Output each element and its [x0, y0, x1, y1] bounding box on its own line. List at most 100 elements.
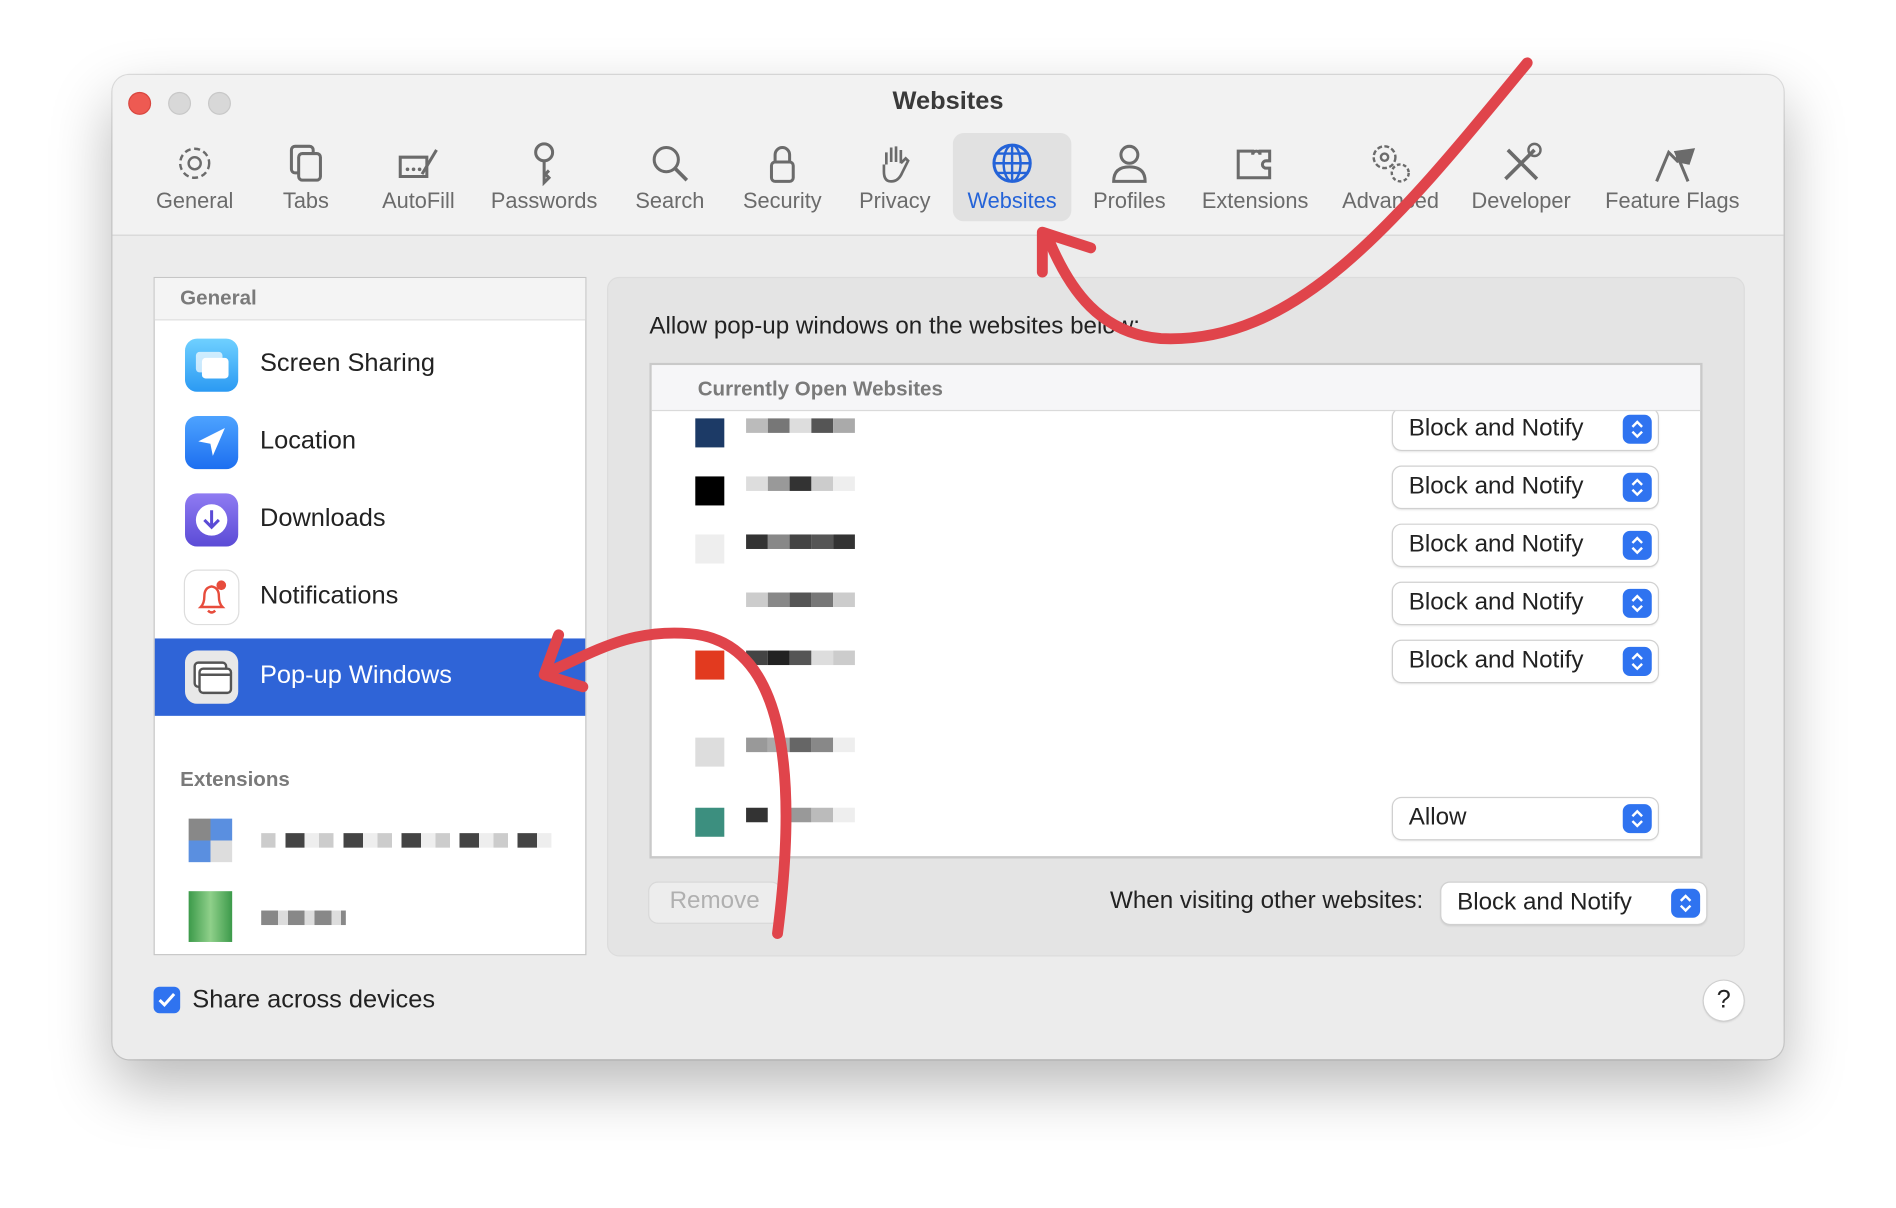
extensions-header: Extensions	[180, 767, 290, 791]
redacted-website	[746, 807, 768, 823]
table-row[interactable]: Block and Notify	[652, 573, 1700, 626]
help-button[interactable]: ?	[1703, 980, 1744, 1021]
sidebar-item-screen-sharing[interactable]: Screen Sharing	[155, 326, 585, 403]
popup-windows-icon	[185, 650, 239, 704]
globe-icon	[992, 143, 1032, 183]
redacted-website	[767, 737, 790, 753]
redacted-website	[695, 534, 725, 564]
sidebar-item-label: Pop-up Windows	[259, 661, 452, 690]
sidebar-item-popup-windows[interactable]: Pop-up Windows	[154, 638, 586, 716]
gears-icon	[1372, 145, 1410, 183]
redacted-website	[767, 807, 790, 823]
remove-button[interactable]: Remove	[649, 882, 780, 923]
redacted-website	[789, 807, 812, 823]
tab-label: Feature Flags	[1605, 188, 1740, 213]
tools-icon	[1504, 142, 1542, 181]
table-row[interactable]: Block and Notify	[652, 457, 1700, 510]
select-value: Allow	[1408, 804, 1467, 831]
downloads-icon	[185, 493, 239, 547]
redacted-website	[811, 418, 834, 433]
redacted-website	[695, 650, 725, 680]
table-row[interactable]: Block and Notify	[652, 631, 1700, 684]
sidebar-item-downloads[interactable]: Downloads	[155, 481, 585, 558]
redacted-website	[695, 737, 725, 767]
redacted-website	[695, 592, 725, 622]
puzzle-icon	[1236, 149, 1272, 180]
stepper-chevrons-icon	[1622, 588, 1652, 618]
redacted-website	[811, 476, 834, 491]
website-setting-select[interactable]: Block and Notify	[1392, 640, 1658, 682]
website-setting-select[interactable]: Block and Notify	[1392, 466, 1658, 508]
redacted-website	[695, 807, 725, 837]
websites-table: Currently Open Websites Block and Notify…	[649, 362, 1703, 859]
redacted-website	[833, 534, 855, 549]
tab-autofill[interactable]: AutoFill	[370, 133, 467, 221]
table-row[interactable]	[652, 718, 1700, 771]
general-header: General	[154, 278, 586, 321]
tab-feature-flags[interactable]: Feature Flags	[1594, 133, 1751, 221]
redacted-website	[767, 592, 790, 608]
select-value: Block and Notify	[1408, 530, 1584, 558]
sidebar-item-notifications[interactable]: Notifications	[155, 559, 585, 636]
lock-icon	[769, 146, 795, 183]
table-row[interactable]: Allow	[652, 788, 1700, 841]
select-value: Block and Notify	[1408, 588, 1584, 616]
redacted-website	[746, 476, 768, 491]
redacted-website	[833, 807, 855, 823]
checkmark-icon	[158, 992, 176, 1008]
gear-icon	[178, 147, 211, 179]
redacted-website	[695, 418, 725, 448]
tab-security[interactable]: Security	[730, 133, 834, 221]
redacted-website	[833, 592, 855, 608]
tab-tabs[interactable]: Tabs	[264, 133, 349, 221]
tab-label: Privacy	[859, 188, 931, 213]
table-row[interactable]: Block and Notify	[652, 515, 1700, 568]
sidebar-item-location[interactable]: Location	[155, 404, 585, 481]
tab-label: Advanced	[1342, 188, 1439, 213]
tab-privacy[interactable]: Privacy	[846, 133, 943, 221]
redacted-website	[789, 737, 812, 753]
stepper-chevrons-icon	[1622, 472, 1652, 502]
redacted-website	[767, 534, 790, 549]
share-across-devices-label: Share across devices	[192, 985, 436, 1014]
location-icon	[185, 415, 239, 470]
tab-developer[interactable]: Developer	[1461, 133, 1582, 221]
website-setting-select[interactable]: Block and Notify	[1392, 408, 1658, 450]
website-setting-select[interactable]: Allow	[1392, 798, 1658, 840]
redacted-website	[789, 418, 812, 433]
redacted-website	[767, 418, 790, 433]
other-websites-select[interactable]: Block and Notify	[1441, 882, 1707, 924]
redacted-website	[811, 807, 834, 823]
redacted-website	[833, 476, 855, 491]
extension-item-redacted[interactable]	[188, 886, 564, 946]
redacted-website	[811, 650, 834, 666]
tab-extensions[interactable]: Extensions	[1192, 133, 1318, 221]
tab-advanced[interactable]: Advanced	[1330, 133, 1451, 221]
tab-passwords[interactable]: Passwords	[481, 133, 607, 221]
autofill-icon	[398, 149, 438, 179]
tab-general[interactable]: General	[146, 133, 243, 221]
tab-label: Security	[743, 188, 822, 213]
website-setting-select[interactable]: Block and Notify	[1392, 582, 1658, 624]
extension-icon	[188, 891, 233, 942]
extension-icon	[188, 818, 233, 863]
key-icon	[534, 142, 555, 187]
select-value: Block and Notify	[1457, 888, 1632, 916]
screen-sharing-icon	[185, 338, 239, 392]
share-across-devices-checkbox[interactable]	[153, 986, 181, 1014]
redacted-text	[261, 910, 346, 926]
website-setting-select[interactable]: Block and Notify	[1392, 524, 1658, 566]
select-value: Block and Notify	[1408, 646, 1584, 674]
redacted-website	[767, 650, 790, 666]
tab-websites[interactable]: Websites	[952, 133, 1072, 222]
tab-profiles[interactable]: Profiles	[1079, 133, 1181, 221]
redacted-website	[789, 534, 812, 549]
extension-item-redacted[interactable]	[188, 804, 564, 877]
redacted-website	[767, 476, 790, 491]
tab-search[interactable]: Search	[622, 133, 719, 221]
redacted-website	[746, 650, 768, 666]
stepper-chevrons-icon	[1622, 414, 1652, 444]
preferences-window: Websites General Tabs AutoFill Passwords Sea…	[112, 74, 1784, 1060]
tab-label: Tabs	[282, 188, 329, 213]
select-value: Block and Notify	[1408, 472, 1584, 500]
